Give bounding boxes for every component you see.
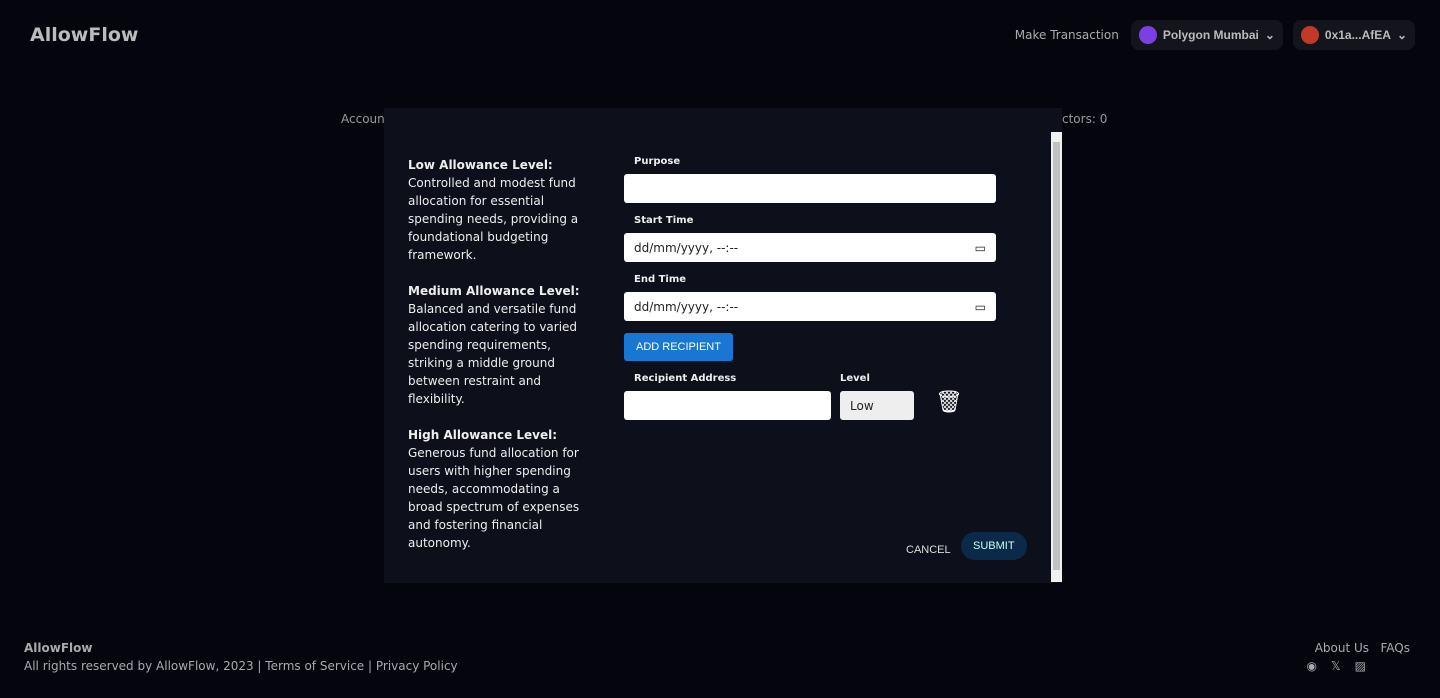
high-level-description: High Allowance Level: Generous fund allo… bbox=[408, 428, 580, 550]
faqs-link[interactable]: FAQs bbox=[1381, 641, 1411, 655]
x-icon[interactable]: 𝕏 bbox=[1331, 659, 1355, 673]
make-transaction-link[interactable]: Make Transaction bbox=[1015, 28, 1119, 42]
end-time-label: End Time bbox=[634, 274, 687, 285]
low-level-description: Low Allowance Level: Controlled and mode… bbox=[408, 158, 579, 262]
avatar bbox=[1300, 26, 1319, 44]
network-selector[interactable]: Polygon Mumbai ⌄ bbox=[1130, 20, 1283, 50]
privacy-link[interactable]: Privacy Policy bbox=[376, 659, 458, 673]
purpose-label: Purpose bbox=[634, 156, 681, 167]
terms-link[interactable]: Terms of Service bbox=[265, 659, 364, 673]
start-time-input[interactable]: dd/mm/yyyy, --:-- ▭ bbox=[624, 233, 996, 262]
app-logo[interactable]: AllowFlow bbox=[30, 24, 138, 46]
account-address: 0x1a...AfEA bbox=[1324, 28, 1391, 42]
submit-button[interactable]: SUBMIT bbox=[961, 532, 1027, 560]
recipient-row: Recipient Address Level Low 🗑 bbox=[624, 373, 996, 432]
background-account-text: Account bbox=[341, 112, 390, 126]
chevron-down-icon: ⌄ bbox=[1396, 28, 1407, 42]
start-time-value: dd/mm/yyyy, --:-- bbox=[634, 240, 739, 255]
top-nav: Make Transaction Polygon Mumbai ⌄ 0x1a...… bbox=[1015, 20, 1415, 50]
footer-rights: All rights reserved by AllowFlow, 2023 | bbox=[24, 659, 266, 673]
discord-icon[interactable]: ◉ bbox=[1307, 659, 1331, 673]
level-label: Level bbox=[840, 373, 870, 384]
calendar-icon[interactable]: ▭ bbox=[975, 300, 986, 314]
recipient-address-label: Recipient Address bbox=[634, 373, 737, 384]
calendar-icon[interactable]: ▭ bbox=[975, 241, 986, 255]
add-recipient-button[interactable]: ADD RECIPIENT bbox=[624, 333, 733, 361]
end-time-input[interactable]: dd/mm/yyyy, --:-- ▭ bbox=[624, 292, 996, 321]
network-name: Polygon Mumbai bbox=[1162, 28, 1259, 42]
purpose-input[interactable] bbox=[624, 174, 996, 203]
polygon-icon bbox=[1138, 26, 1157, 44]
footer: AllowFlow All rights reserved by AllowFl… bbox=[24, 639, 458, 675]
level-descriptions: Low Allowance Level: Controlled and mode… bbox=[408, 156, 598, 570]
telegram-icon[interactable]: ▨ bbox=[1355, 659, 1380, 673]
background-contractors-text: ctors: 0 bbox=[1062, 112, 1108, 126]
allowance-form: Purpose Start Time dd/mm/yyyy, --:-- ▭ En… bbox=[624, 156, 996, 432]
chevron-down-icon: ⌄ bbox=[1264, 28, 1275, 42]
modal-scrollbar[interactable] bbox=[1051, 132, 1062, 582]
level-select[interactable]: Low bbox=[840, 391, 914, 420]
start-time-label: Start Time bbox=[634, 215, 694, 226]
account-selector[interactable]: 0x1a...AfEA ⌄ bbox=[1292, 20, 1415, 50]
medium-level-description: Medium Allowance Level: Balanced and ver… bbox=[408, 284, 580, 406]
footer-separator: | bbox=[364, 659, 376, 673]
footer-brand: AllowFlow bbox=[24, 641, 93, 655]
end-time-value: dd/mm/yyyy, --:-- bbox=[634, 299, 739, 314]
create-allowance-modal: Low Allowance Level: Controlled and mode… bbox=[384, 108, 1062, 583]
cancel-button[interactable]: CANCEL bbox=[894, 536, 963, 564]
about-link[interactable]: About Us bbox=[1315, 641, 1369, 655]
trash-icon[interactable]: 🗑 bbox=[935, 390, 963, 415]
scrollbar-thumb[interactable] bbox=[1053, 142, 1060, 570]
recipient-address-input[interactable] bbox=[624, 391, 831, 420]
footer-links: About Us FAQs ◉𝕏▨ bbox=[1307, 641, 1411, 673]
